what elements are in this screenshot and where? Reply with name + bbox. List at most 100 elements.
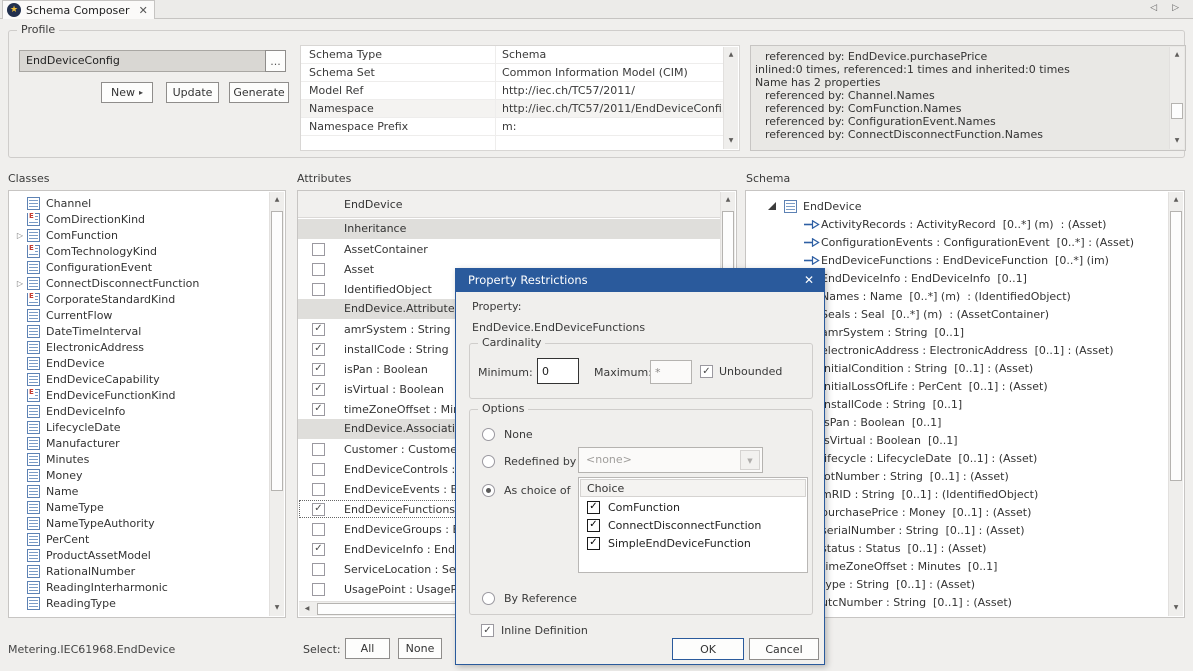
class-item[interactable]: ProductAssetModel (9, 547, 268, 563)
choice-checkbox[interactable] (587, 501, 600, 514)
ok-button[interactable]: OK (672, 638, 744, 660)
class-item[interactable]: ReadingType (9, 595, 268, 611)
choice-row[interactable]: ComFunction (579, 498, 807, 516)
attribute-checkbox[interactable] (312, 283, 325, 296)
scroll-thumb[interactable] (1170, 211, 1182, 481)
class-item[interactable]: NameTypeAuthority (9, 515, 268, 531)
class-item[interactable]: DateTimeInterval (9, 323, 268, 339)
tab-close-icon[interactable]: ✕ (139, 4, 148, 17)
choice-row[interactable]: ConnectDisconnectFunction (579, 516, 807, 534)
attribute-checkbox[interactable] (312, 503, 325, 516)
select-none-button[interactable]: None (398, 638, 442, 659)
class-item[interactable]: EComDirectionKind (9, 211, 268, 227)
schema-scrollbar[interactable]: ▲ ▼ (1168, 192, 1183, 616)
browse-button[interactable]: ... (265, 50, 286, 72)
property-row[interactable]: Schema TypeSchema (301, 46, 724, 64)
update-button[interactable]: Update (166, 82, 219, 103)
generate-button[interactable]: Generate (229, 82, 289, 103)
attribute-checkbox[interactable] (312, 463, 325, 476)
redefined-by-select[interactable]: <none> ▼ (578, 447, 763, 473)
dialog-close-icon[interactable]: ✕ (804, 269, 814, 292)
scroll-down-icon[interactable]: ▼ (724, 134, 738, 148)
classes-scrollbar[interactable]: ▲ ▼ (269, 192, 284, 616)
attribute-checkbox[interactable] (312, 243, 325, 256)
scroll-up-icon[interactable]: ▲ (721, 193, 735, 207)
class-item[interactable]: PerCent (9, 531, 268, 547)
scroll-up-icon[interactable]: ▲ (1170, 48, 1184, 62)
choice-list-header[interactable]: Choice (580, 479, 806, 497)
scroll-up-icon[interactable]: ▲ (270, 193, 284, 207)
property-row[interactable]: Model Refhttp://iec.ch/TC57/2011/ (301, 82, 724, 100)
class-item[interactable]: CurrentFlow (9, 307, 268, 323)
class-item[interactable]: ECorporateStandardKind (9, 291, 268, 307)
attribute-checkbox[interactable] (312, 523, 325, 536)
attribute-row[interactable]: AssetContainer (298, 239, 720, 259)
choice-row[interactable]: SimpleEndDeviceFunction (579, 534, 807, 552)
tab-schema-composer[interactable]: ★ Schema Composer ✕ (2, 0, 155, 19)
attribute-checkbox[interactable] (312, 343, 325, 356)
class-item[interactable]: Money (9, 467, 268, 483)
schema-tree-item[interactable]: ConfigurationEvents : ConfigurationEvent… (746, 233, 1166, 251)
attribute-checkbox[interactable] (312, 543, 325, 556)
attribute-checkbox[interactable] (312, 563, 325, 576)
attribute-checkbox[interactable] (312, 443, 325, 456)
class-item[interactable]: EndDevice (9, 355, 268, 371)
class-item[interactable]: EndDeviceCapability (9, 371, 268, 387)
attribute-checkbox[interactable] (312, 323, 325, 336)
collapse-icon[interactable] (768, 202, 776, 210)
property-row[interactable]: Schema SetCommon Information Model (CIM) (301, 64, 724, 82)
inline-definition-checkbox[interactable] (481, 624, 494, 637)
choice-checkbox[interactable] (587, 537, 600, 550)
attribute-checkbox[interactable] (312, 383, 325, 396)
by-reference-radio[interactable] (482, 592, 495, 605)
none-radio[interactable] (482, 428, 495, 441)
scroll-thumb[interactable] (1171, 103, 1183, 119)
cancel-button[interactable]: Cancel (749, 638, 819, 660)
select-all-button[interactable]: All (345, 638, 390, 659)
class-item[interactable]: NameType (9, 499, 268, 515)
scroll-down-icon[interactable]: ▼ (1170, 134, 1184, 148)
schema-root-node[interactable]: EndDevice (746, 197, 1166, 215)
attributes-header[interactable]: EndDevice (298, 191, 720, 218)
expand-icon[interactable]: ▷ (13, 279, 27, 288)
property-row[interactable] (301, 136, 724, 150)
properties-scrollbar[interactable]: ▲ ▼ (723, 47, 738, 149)
property-row[interactable]: Namespacehttp://iec.ch/TC57/2011/EndDevi… (301, 100, 724, 118)
unbounded-checkbox[interactable] (700, 365, 713, 378)
class-item[interactable]: EndDeviceInfo (9, 403, 268, 419)
class-item[interactable]: LifecycleDate (9, 419, 268, 435)
class-item[interactable]: ▷ConnectDisconnectFunction (9, 275, 268, 291)
attribute-checkbox[interactable] (312, 363, 325, 376)
class-item[interactable]: ConfigurationEvent (9, 259, 268, 275)
tab-scroll-right-icon[interactable]: ▷ (1172, 3, 1179, 13)
redefined-by-radio[interactable] (482, 455, 495, 468)
property-row[interactable]: Namespace Prefixm: (301, 118, 724, 136)
class-item[interactable]: Minutes (9, 451, 268, 467)
scroll-down-icon[interactable]: ▼ (270, 601, 284, 615)
class-item[interactable]: Name (9, 483, 268, 499)
expand-icon[interactable]: ▷ (13, 231, 27, 240)
as-choice-of-radio[interactable] (482, 484, 495, 497)
info-scrollbar[interactable]: ▲ ▼ (1169, 47, 1184, 149)
scroll-up-icon[interactable]: ▲ (724, 48, 738, 62)
maximum-input[interactable] (650, 360, 692, 384)
profile-name-input[interactable]: EndDeviceConfig (19, 50, 266, 72)
class-item[interactable]: RationalNumber (9, 563, 268, 579)
attribute-checkbox[interactable] (312, 483, 325, 496)
schema-tree-item[interactable]: EndDeviceFunctions : EndDeviceFunction [… (746, 251, 1166, 269)
scroll-up-icon[interactable]: ▲ (1169, 193, 1183, 207)
new-button[interactable]: New ▸ (101, 82, 153, 103)
class-item[interactable]: EComTechnologyKind (9, 243, 268, 259)
dropdown-arrow-icon[interactable]: ▼ (740, 450, 760, 470)
schema-tree-item[interactable]: ActivityRecords : ActivityRecord [0..*] … (746, 215, 1166, 233)
class-item[interactable]: ▷ComFunction (9, 227, 268, 243)
dialog-title[interactable]: Property Restrictions (456, 269, 824, 292)
attribute-checkbox[interactable] (312, 583, 325, 596)
attribute-checkbox[interactable] (312, 403, 325, 416)
class-item[interactable]: ReadingInterharmonic (9, 579, 268, 595)
class-item[interactable]: ElectronicAddress (9, 339, 268, 355)
scroll-down-icon[interactable]: ▼ (1169, 601, 1183, 615)
tab-scroll-left-icon[interactable]: ◁ (1150, 3, 1157, 13)
class-item[interactable]: Manufacturer (9, 435, 268, 451)
class-item[interactable]: EEndDeviceFunctionKind (9, 387, 268, 403)
